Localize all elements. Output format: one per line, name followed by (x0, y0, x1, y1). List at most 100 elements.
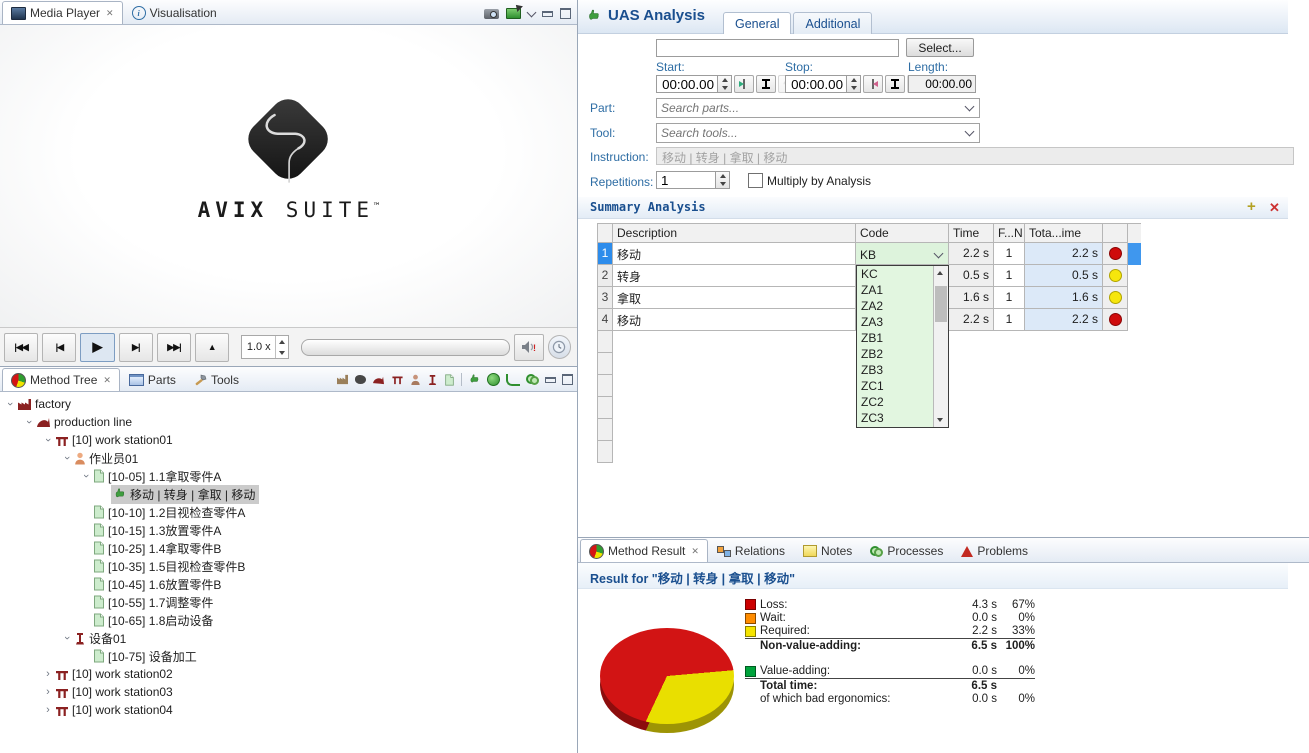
tree-item-production-line[interactable]: › production line (0, 413, 577, 431)
timer-button[interactable] (548, 335, 571, 359)
expander-icon[interactable]: › (42, 705, 54, 715)
expander-icon[interactable]: › (62, 632, 72, 644)
snapshot-icon[interactable] (484, 9, 499, 19)
description-cell[interactable]: 移动 (613, 309, 856, 331)
tree-item-operator01[interactable]: › 作业员01 (0, 449, 577, 467)
delete-row-icon[interactable]: ✕ (1269, 200, 1280, 216)
step-back-button[interactable]: |◀ (42, 333, 76, 362)
chevron-down-icon[interactable] (934, 249, 944, 259)
tab-notes[interactable]: Notes (794, 539, 861, 562)
expander-icon[interactable]: › (62, 452, 72, 464)
expander-icon[interactable]: › (5, 398, 15, 410)
stop-button[interactable]: ▲ (195, 333, 229, 362)
description-cell[interactable]: 转身 (613, 265, 856, 287)
expander-icon[interactable]: › (43, 434, 53, 446)
tree-item-step-10-10[interactable]: › [10-10] 1.2目视检查零件A (0, 503, 577, 521)
new-process-icon[interactable] (526, 374, 539, 385)
tree-item-workstation01[interactable]: › [10] work station01 (0, 431, 577, 449)
start-time-input[interactable] (656, 75, 718, 93)
chevron-down-icon[interactable] (965, 102, 975, 112)
close-icon[interactable]: ✕ (103, 375, 111, 386)
table-row[interactable]: 1 移动 KB 2.2 s 1 2.2 s (597, 243, 1141, 265)
new-part-icon[interactable] (355, 375, 366, 384)
scroll-up-icon[interactable] (937, 271, 943, 275)
tab-media-player[interactable]: Media Player ✕ (2, 1, 123, 24)
row-selection-strip[interactable] (1128, 309, 1141, 331)
code-combo[interactable]: KB (856, 243, 949, 265)
tree-item-workstation04[interactable]: › [10] work station04 (0, 701, 577, 719)
stop-time-input[interactable] (785, 75, 847, 93)
new-flow-icon[interactable] (506, 374, 520, 386)
row-number[interactable]: 4 (597, 309, 613, 331)
maximize-icon[interactable] (562, 374, 573, 385)
part-search-input[interactable] (657, 101, 966, 115)
tree-item-step-10-35[interactable]: › [10-35] 1.5目视检查零件B (0, 557, 577, 575)
analysis-name-input[interactable] (656, 39, 899, 57)
tree-item-uas-analysis[interactable]: › 移动 | 转身 | 拿取 | 移动 (0, 485, 577, 503)
tree-item-step-10-25[interactable]: › [10-25] 1.4拿取零件B (0, 539, 577, 557)
status-cell[interactable] (1103, 265, 1128, 287)
header-freq[interactable]: F...N (994, 223, 1025, 243)
part-combo[interactable] (656, 98, 980, 118)
tool-search-input[interactable] (657, 126, 966, 140)
speed-spinner[interactable] (275, 336, 288, 358)
row-selection-strip[interactable] (1128, 287, 1141, 309)
tree-item-factory[interactable]: › factory (0, 395, 577, 413)
seek-slider[interactable] (301, 339, 510, 356)
speed-control[interactable]: 1.0 x (241, 335, 289, 359)
freq-cell[interactable]: 1 (994, 265, 1025, 287)
chevron-down-icon[interactable] (965, 127, 975, 137)
status-cell[interactable] (1103, 287, 1128, 309)
tree-item-workstation02[interactable]: › [10] work station02 (0, 665, 577, 683)
minimize-icon[interactable] (542, 11, 553, 17)
freq-cell[interactable]: 1 (994, 243, 1025, 265)
tab-general[interactable]: General (723, 12, 791, 34)
new-factory-icon[interactable] (336, 374, 349, 385)
new-production-line-icon[interactable] (372, 374, 385, 385)
status-cell[interactable] (1103, 243, 1128, 265)
tab-tools[interactable]: Tools (185, 368, 248, 391)
multiply-checkbox[interactable] (748, 173, 763, 188)
audio-button[interactable]: ! (514, 334, 543, 361)
step-forward-button[interactable]: ▶| (119, 333, 153, 362)
close-icon[interactable]: ✕ (691, 546, 699, 557)
header-time[interactable]: Time (949, 223, 994, 243)
row-number[interactable]: 2 (597, 265, 613, 287)
tree-item-step-10-55[interactable]: › [10-55] 1.7调整零件 (0, 593, 577, 611)
new-time-analysis-icon[interactable] (487, 373, 500, 386)
repetitions-input[interactable] (656, 171, 716, 189)
row-number[interactable]: 1 (597, 243, 613, 265)
tab-parts[interactable]: Parts (120, 368, 185, 391)
tree-item-step-10-05[interactable]: › [10-05] 1.1拿取零件A (0, 467, 577, 485)
header-total-time[interactable]: Tota...ime (1025, 223, 1103, 243)
row-selection-strip[interactable] (1128, 265, 1141, 287)
tab-relations[interactable]: Relations (708, 539, 794, 562)
expander-icon[interactable]: › (81, 470, 91, 482)
tab-problems[interactable]: Problems (952, 539, 1037, 562)
header-description[interactable]: Description (613, 223, 856, 243)
status-cell[interactable] (1103, 309, 1128, 331)
scrollbar-thumb[interactable] (935, 286, 947, 322)
repetitions-spinner[interactable] (716, 171, 730, 189)
expander-icon[interactable]: › (24, 416, 34, 428)
header-code[interactable]: Code (856, 223, 949, 243)
freq-cell[interactable]: 1 (994, 287, 1025, 309)
tree-item-workstation03[interactable]: › [10] work station03 (0, 683, 577, 701)
maximize-icon[interactable] (560, 8, 571, 19)
new-machine-icon[interactable] (427, 374, 438, 386)
new-method-step-icon[interactable] (444, 374, 455, 386)
add-row-icon[interactable]: + (1247, 198, 1256, 215)
tab-visualisation[interactable]: i Visualisation (123, 1, 226, 24)
description-cell[interactable]: 移动 (613, 243, 856, 265)
tab-additional[interactable]: Additional (793, 12, 872, 34)
tree-item-step-10-75[interactable]: › [10-75] 设备加工 (0, 647, 577, 665)
tool-combo[interactable] (656, 123, 980, 143)
minimize-icon[interactable] (545, 377, 556, 383)
start-marker-button[interactable] (756, 75, 776, 93)
set-start-from-player-button[interactable] (734, 75, 754, 93)
tab-processes[interactable]: Processes (861, 539, 952, 562)
row-number[interactable]: 3 (597, 287, 613, 309)
start-time-spinner[interactable] (718, 75, 732, 93)
tree-item-step-10-65[interactable]: › [10-65] 1.8启动设备 (0, 611, 577, 629)
play-button[interactable]: ▶ (80, 333, 114, 362)
